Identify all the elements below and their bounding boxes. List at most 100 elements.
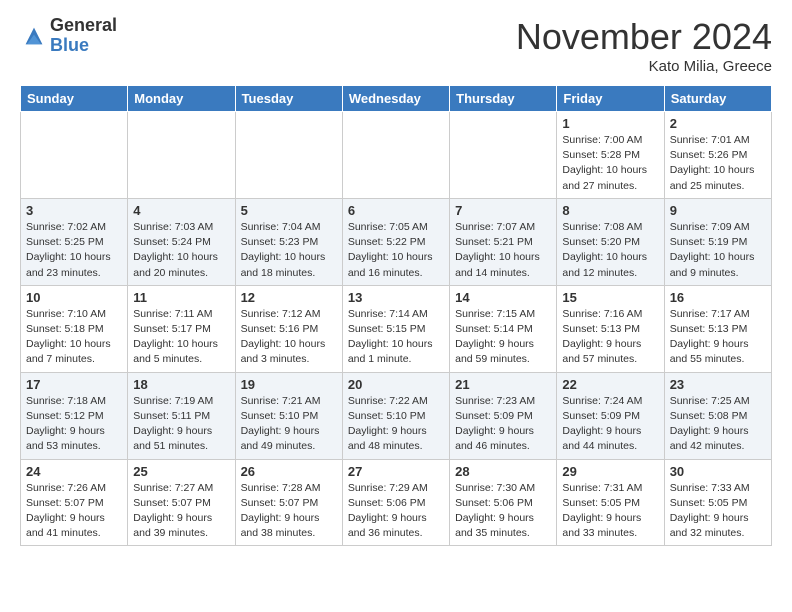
day-number: 6 (348, 203, 444, 218)
day-number: 11 (133, 290, 229, 305)
day-info: Sunrise: 7:25 AM Sunset: 5:08 PM Dayligh… (670, 394, 766, 455)
logo-blue-label: Blue (50, 36, 117, 56)
calendar-day-cell: 25 Sunrise: 7:27 AM Sunset: 5:07 PM Dayli… (128, 459, 235, 546)
day-info: Sunrise: 7:09 AM Sunset: 5:19 PM Dayligh… (670, 220, 766, 281)
calendar-day-cell: 16 Sunrise: 7:17 AM Sunset: 5:13 PM Dayli… (664, 285, 771, 372)
day-info: Sunrise: 7:28 AM Sunset: 5:07 PM Dayligh… (241, 481, 337, 542)
calendar-day-cell: 7 Sunrise: 7:07 AM Sunset: 5:21 PM Daylig… (450, 198, 557, 285)
calendar-week-row: 10Sunrise: 7:10 AM Sunset: 5:18 PM Dayli… (21, 285, 772, 372)
day-number: 4 (133, 203, 229, 218)
calendar-day-cell: 14 Sunrise: 7:15 AM Sunset: 5:14 PM Dayli… (450, 285, 557, 372)
day-info: Sunrise: 7:29 AM Sunset: 5:06 PM Dayligh… (348, 481, 444, 542)
day-number: 13 (348, 290, 444, 305)
day-number: 23 (670, 377, 766, 392)
logo: General Blue (20, 16, 117, 56)
calendar-day-cell: 29 Sunrise: 7:31 AM Sunset: 5:05 PM Dayli… (557, 459, 664, 546)
calendar-day-cell: 6 Sunrise: 7:05 AM Sunset: 5:22 PM Daylig… (342, 198, 449, 285)
day-number: 17 (26, 377, 122, 392)
weekday-header-wednesday: Wednesday (342, 86, 449, 112)
day-number: 7 (455, 203, 551, 218)
day-number: 5 (241, 203, 337, 218)
calendar-day-cell: 28 Sunrise: 7:30 AM Sunset: 5:06 PM Dayli… (450, 459, 557, 546)
weekday-header-thursday: Thursday (450, 86, 557, 112)
day-number: 28 (455, 464, 551, 479)
day-number: 9 (670, 203, 766, 218)
calendar-day-cell: 4 Sunrise: 7:03 AM Sunset: 5:24 PM Daylig… (128, 198, 235, 285)
header: General Blue November 2024 Kato Milia, G… (20, 16, 772, 75)
day-number: 14 (455, 290, 551, 305)
weekday-header-friday: Friday (557, 86, 664, 112)
calendar-day-cell: 27 Sunrise: 7:29 AM Sunset: 5:06 PM Dayli… (342, 459, 449, 546)
calendar-day-cell: 5Sunrise: 7:04 AM Sunset: 5:23 PM Daylig… (235, 198, 342, 285)
day-number: 21 (455, 377, 551, 392)
day-number: 8 (562, 203, 658, 218)
day-number: 29 (562, 464, 658, 479)
day-info: Sunrise: 7:03 AM Sunset: 5:24 PM Dayligh… (133, 220, 229, 281)
day-info: Sunrise: 7:18 AM Sunset: 5:12 PM Dayligh… (26, 394, 122, 455)
day-info: Sunrise: 7:23 AM Sunset: 5:09 PM Dayligh… (455, 394, 551, 455)
day-info: Sunrise: 7:15 AM Sunset: 5:14 PM Dayligh… (455, 307, 551, 368)
calendar-day-cell (21, 112, 128, 199)
day-info: Sunrise: 7:01 AM Sunset: 5:26 PM Dayligh… (670, 133, 766, 194)
weekday-header-monday: Monday (128, 86, 235, 112)
day-number: 19 (241, 377, 337, 392)
calendar-day-cell: 12Sunrise: 7:12 AM Sunset: 5:16 PM Dayli… (235, 285, 342, 372)
day-info: Sunrise: 7:16 AM Sunset: 5:13 PM Dayligh… (562, 307, 658, 368)
calendar-week-row: 24Sunrise: 7:26 AM Sunset: 5:07 PM Dayli… (21, 459, 772, 546)
day-number: 22 (562, 377, 658, 392)
calendar-day-cell: 1 Sunrise: 7:00 AM Sunset: 5:28 PM Daylig… (557, 112, 664, 199)
day-number: 26 (241, 464, 337, 479)
logo-general-label: General (50, 16, 117, 36)
day-info: Sunrise: 7:27 AM Sunset: 5:07 PM Dayligh… (133, 481, 229, 542)
day-number: 3 (26, 203, 122, 218)
weekday-header-sunday: Sunday (21, 86, 128, 112)
day-number: 25 (133, 464, 229, 479)
calendar-day-cell: 23 Sunrise: 7:25 AM Sunset: 5:08 PM Dayli… (664, 372, 771, 459)
day-number: 27 (348, 464, 444, 479)
day-info: Sunrise: 7:05 AM Sunset: 5:22 PM Dayligh… (348, 220, 444, 281)
calendar-day-cell: 3 Sunrise: 7:02 AM Sunset: 5:25 PM Daylig… (21, 198, 128, 285)
day-info: Sunrise: 7:17 AM Sunset: 5:13 PM Dayligh… (670, 307, 766, 368)
calendar-day-cell (450, 112, 557, 199)
day-number: 12 (241, 290, 337, 305)
day-info: Sunrise: 7:08 AM Sunset: 5:20 PM Dayligh… (562, 220, 658, 281)
day-number: 15 (562, 290, 658, 305)
logo-icon (20, 22, 48, 50)
day-info: Sunrise: 7:00 AM Sunset: 5:28 PM Dayligh… (562, 133, 658, 194)
day-info: Sunrise: 7:02 AM Sunset: 5:25 PM Dayligh… (26, 220, 122, 281)
day-number: 16 (670, 290, 766, 305)
calendar-day-cell: 13Sunrise: 7:14 AM Sunset: 5:15 PM Dayli… (342, 285, 449, 372)
calendar-week-row: 3 Sunrise: 7:02 AM Sunset: 5:25 PM Daylig… (21, 198, 772, 285)
day-info: Sunrise: 7:10 AM Sunset: 5:18 PM Dayligh… (26, 307, 122, 368)
calendar-day-cell: 17 Sunrise: 7:18 AM Sunset: 5:12 PM Dayli… (21, 372, 128, 459)
day-number: 20 (348, 377, 444, 392)
day-info: Sunrise: 7:07 AM Sunset: 5:21 PM Dayligh… (455, 220, 551, 281)
weekday-header-saturday: Saturday (664, 86, 771, 112)
day-info: Sunrise: 7:21 AM Sunset: 5:10 PM Dayligh… (241, 394, 337, 455)
calendar-day-cell: 10Sunrise: 7:10 AM Sunset: 5:18 PM Dayli… (21, 285, 128, 372)
day-number: 2 (670, 116, 766, 131)
weekday-header-tuesday: Tuesday (235, 86, 342, 112)
page: General Blue November 2024 Kato Milia, G… (0, 0, 792, 562)
calendar-day-cell: 20Sunrise: 7:22 AM Sunset: 5:10 PM Dayli… (342, 372, 449, 459)
month-title: November 2024 (516, 16, 772, 58)
calendar-week-row: 1 Sunrise: 7:00 AM Sunset: 5:28 PM Daylig… (21, 112, 772, 199)
day-info: Sunrise: 7:31 AM Sunset: 5:05 PM Dayligh… (562, 481, 658, 542)
calendar-day-cell: 2 Sunrise: 7:01 AM Sunset: 5:26 PM Daylig… (664, 112, 771, 199)
calendar-header: SundayMondayTuesdayWednesdayThursdayFrid… (21, 86, 772, 112)
calendar-day-cell (128, 112, 235, 199)
day-number: 1 (562, 116, 658, 131)
calendar-day-cell: 26 Sunrise: 7:28 AM Sunset: 5:07 PM Dayli… (235, 459, 342, 546)
day-info: Sunrise: 7:30 AM Sunset: 5:06 PM Dayligh… (455, 481, 551, 542)
calendar-day-cell: 30Sunrise: 7:33 AM Sunset: 5:05 PM Dayli… (664, 459, 771, 546)
calendar-day-cell (342, 112, 449, 199)
weekday-header-row: SundayMondayTuesdayWednesdayThursdayFrid… (21, 86, 772, 112)
calendar-day-cell: 11Sunrise: 7:11 AM Sunset: 5:17 PM Dayli… (128, 285, 235, 372)
location: Kato Milia, Greece (516, 58, 772, 75)
calendar-day-cell: 15 Sunrise: 7:16 AM Sunset: 5:13 PM Dayli… (557, 285, 664, 372)
calendar-day-cell: 24Sunrise: 7:26 AM Sunset: 5:07 PM Dayli… (21, 459, 128, 546)
calendar-body: 1 Sunrise: 7:00 AM Sunset: 5:28 PM Daylig… (21, 112, 772, 546)
calendar-day-cell: 8 Sunrise: 7:08 AM Sunset: 5:20 PM Daylig… (557, 198, 664, 285)
day-number: 30 (670, 464, 766, 479)
calendar-week-row: 17 Sunrise: 7:18 AM Sunset: 5:12 PM Dayli… (21, 372, 772, 459)
